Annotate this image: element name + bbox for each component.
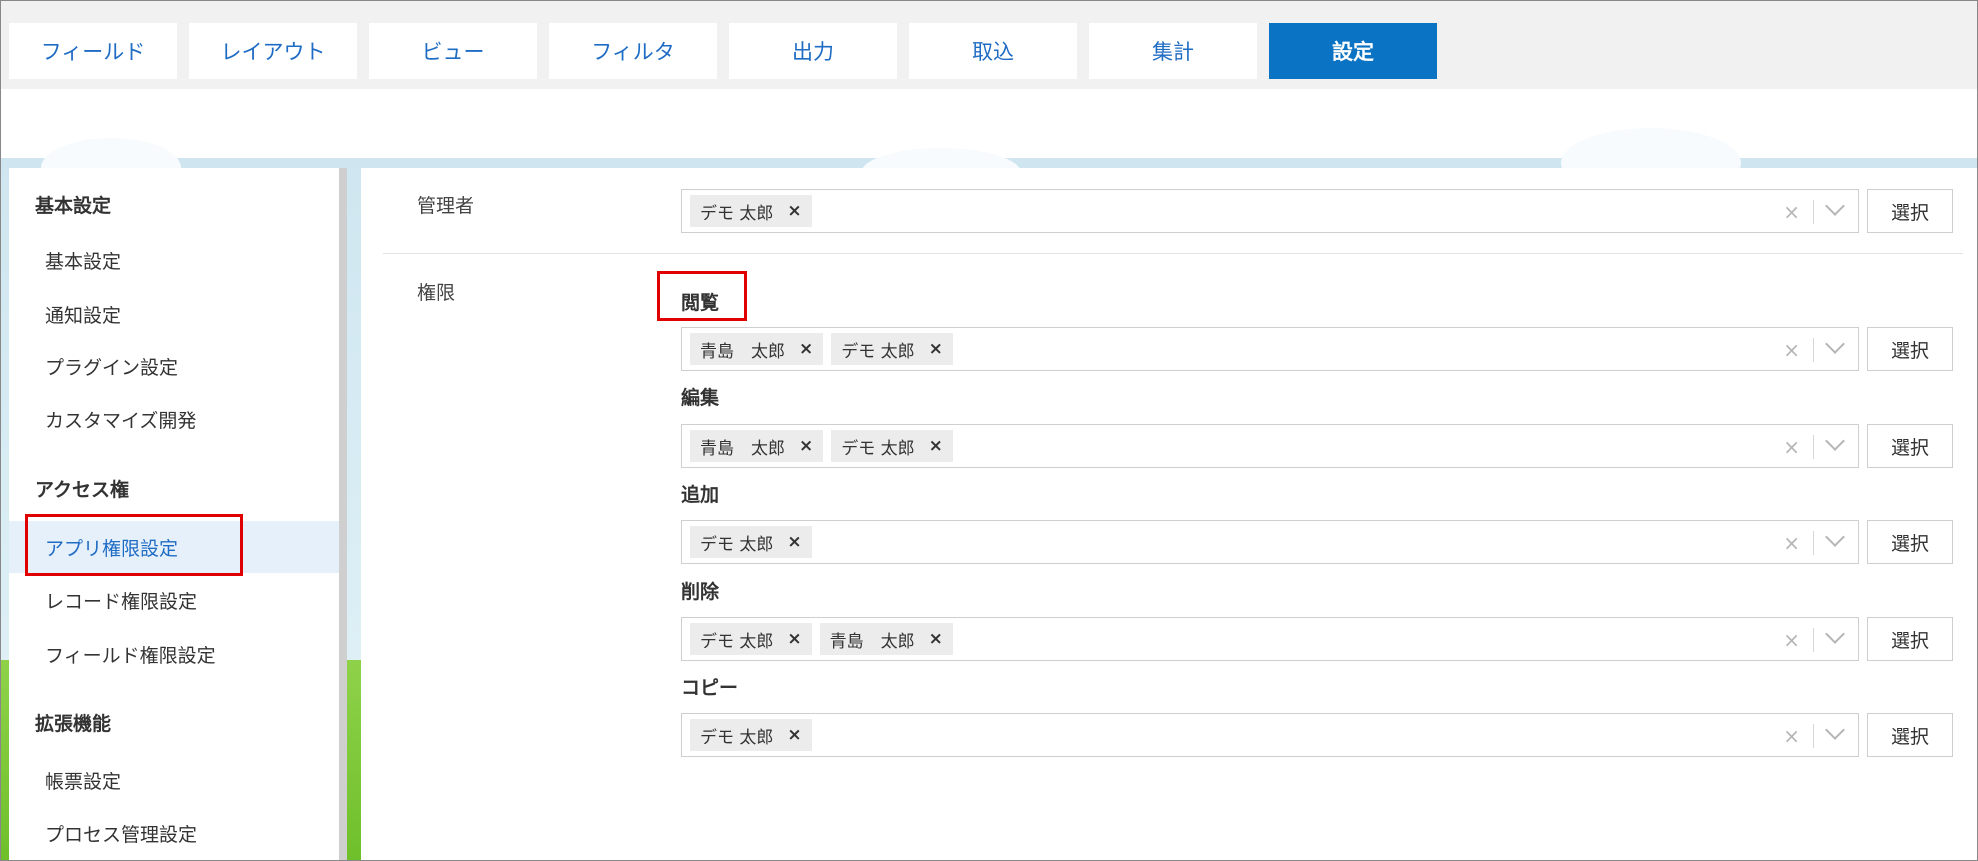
admin-select[interactable]: デモ 太郎 × × xyxy=(681,189,1859,233)
chip-remove-icon[interactable]: × xyxy=(787,629,801,649)
perm-add-button[interactable]: 選択 xyxy=(1867,520,1953,564)
sidebar-item-process[interactable]: プロセス管理設定 xyxy=(45,820,197,847)
sidebar-item-field-permission[interactable]: フィールド権限設定 xyxy=(45,641,216,668)
user-chip: デモ 太郎 × xyxy=(831,430,953,462)
clear-icon[interactable]: × xyxy=(1783,435,1800,459)
chip-remove-icon[interactable]: × xyxy=(787,725,801,745)
select-separator xyxy=(1813,200,1814,224)
sidebar-item-plugin[interactable]: プラグイン設定 xyxy=(45,353,178,380)
chip-remove-icon[interactable]: × xyxy=(787,532,801,552)
tab-settings[interactable]: 設定 xyxy=(1269,23,1437,79)
admin-label: 管理者 xyxy=(417,195,475,217)
user-chip: デモ 太郎 × xyxy=(831,333,953,365)
sidebar-scrollbar[interactable] xyxy=(339,168,347,860)
clear-icon[interactable]: × xyxy=(1783,200,1800,224)
sidebar-section-extensions: 拡張機能 xyxy=(35,713,112,735)
select-separator xyxy=(1813,628,1814,652)
user-chip: 青島 太郎 × xyxy=(690,333,824,365)
perm-copy-button[interactable]: 選択 xyxy=(1867,713,1953,757)
user-chip: デモ 太郎 × xyxy=(690,719,812,751)
main-panel xyxy=(361,168,1977,860)
chip-remove-icon[interactable]: × xyxy=(787,201,801,221)
clear-icon[interactable]: × xyxy=(1783,338,1800,362)
perm-delete-button[interactable]: 選択 xyxy=(1867,617,1953,661)
perm-edit-label: 編集 xyxy=(681,387,720,409)
clear-icon[interactable]: × xyxy=(1783,531,1800,555)
sidebar-section-access: アクセス権 xyxy=(35,479,130,501)
perm-delete-label: 削除 xyxy=(681,581,720,603)
perm-edit-select[interactable]: 青島 太郎 × デモ 太郎 × × xyxy=(681,424,1859,468)
select-separator xyxy=(1813,724,1814,748)
user-chip: デモ 太郎 × xyxy=(690,526,812,558)
tab-aggregate[interactable]: 集計 xyxy=(1089,23,1257,79)
select-separator xyxy=(1813,435,1814,459)
chevron-down-icon[interactable] xyxy=(1825,196,1845,216)
admin-select-button[interactable]: 選択 xyxy=(1867,189,1953,233)
sidebar-section-basic: 基本設定 xyxy=(35,195,112,217)
clear-icon[interactable]: × xyxy=(1783,724,1800,748)
user-chip: デモ 太郎 × xyxy=(690,195,812,227)
tab-import[interactable]: 取込 xyxy=(909,23,1077,79)
chevron-down-icon[interactable] xyxy=(1825,431,1845,451)
select-separator xyxy=(1813,531,1814,555)
perm-view-button[interactable]: 選択 xyxy=(1867,327,1953,371)
chip-remove-icon[interactable]: × xyxy=(929,436,943,456)
perm-delete-select[interactable]: デモ 太郎 × 青島 太郎 × × xyxy=(681,617,1859,661)
clear-icon[interactable]: × xyxy=(1783,628,1800,652)
sidebar-item-notification[interactable]: 通知設定 xyxy=(45,301,121,328)
tab-layout[interactable]: レイアウト xyxy=(189,23,357,79)
chevron-down-icon[interactable] xyxy=(1825,527,1845,547)
chevron-down-icon[interactable] xyxy=(1825,624,1845,644)
tab-output[interactable]: 出力 xyxy=(729,23,897,79)
perm-view-select[interactable]: 青島 太郎 × デモ 太郎 × × xyxy=(681,327,1859,371)
sidebar-item-basic-settings[interactable]: 基本設定 xyxy=(45,247,121,274)
chevron-down-icon[interactable] xyxy=(1825,720,1845,740)
sidebar-item-record-permission[interactable]: レコード権限設定 xyxy=(45,587,197,614)
highlight-box-app-permission xyxy=(25,514,243,576)
permissions-label: 権限 xyxy=(417,282,456,304)
perm-add-select[interactable]: デモ 太郎 × × xyxy=(681,520,1859,564)
chip-remove-icon[interactable]: × xyxy=(799,436,813,456)
perm-edit-button[interactable]: 選択 xyxy=(1867,424,1953,468)
app-window: フィールド レイアウト ビュー フィルタ 出力 取込 集計 設定 基本設定 基本… xyxy=(0,0,1978,861)
tab-field[interactable]: フィールド xyxy=(9,23,177,79)
tab-bar: フィールド レイアウト ビュー フィルタ 出力 取込 集計 設定 xyxy=(1,1,1977,89)
tab-filter[interactable]: フィルタ xyxy=(549,23,717,79)
sidebar-item-form[interactable]: 帳票設定 xyxy=(45,767,121,794)
perm-copy-select[interactable]: デモ 太郎 × × xyxy=(681,713,1859,757)
perm-add-label: 追加 xyxy=(681,484,720,506)
chip-remove-icon[interactable]: × xyxy=(799,339,813,359)
user-chip: デモ 太郎 × xyxy=(690,623,812,655)
chip-remove-icon[interactable]: × xyxy=(929,629,943,649)
perm-copy-label: コピー xyxy=(681,677,739,699)
chevron-down-icon[interactable] xyxy=(1825,334,1845,354)
tab-view[interactable]: ビュー xyxy=(369,23,537,79)
select-separator xyxy=(1813,338,1814,362)
highlight-box-view xyxy=(657,271,747,321)
sidebar-item-customize[interactable]: カスタマイズ開発 xyxy=(45,406,196,433)
user-chip: 青島 太郎 × xyxy=(690,430,824,462)
chip-remove-icon[interactable]: × xyxy=(929,339,943,359)
user-chip: 青島 太郎 × xyxy=(819,623,953,655)
row-divider xyxy=(383,253,1963,254)
